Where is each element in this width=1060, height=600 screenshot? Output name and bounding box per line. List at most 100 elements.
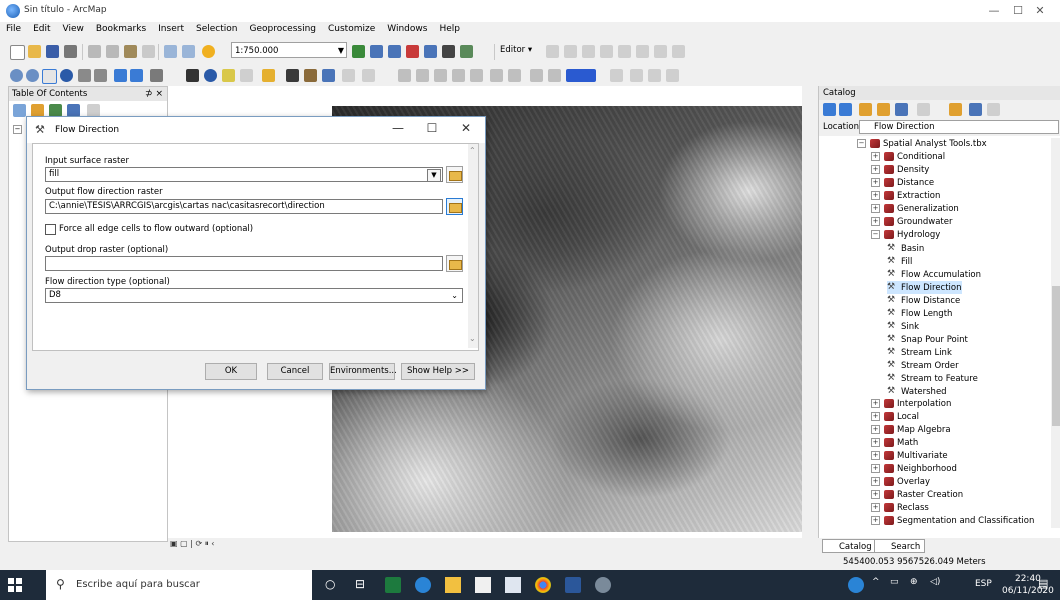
expand-icon[interactable]: + (871, 503, 880, 512)
tree-item-tool[interactable]: ⚒ Snap Pour Point (887, 333, 968, 346)
new-folder-icon[interactable] (949, 103, 962, 116)
expand-icon[interactable]: + (871, 425, 880, 434)
flow-type-select[interactable]: D8 ⌄ (45, 288, 463, 303)
home-folder-icon[interactable] (877, 103, 890, 116)
force-edge-checkbox[interactable] (45, 224, 56, 235)
tree-item-toolset[interactable]: + Density (871, 164, 929, 177)
tree-item-tool[interactable]: ⚒ Fill (887, 255, 912, 268)
menu-file[interactable]: File (0, 22, 27, 36)
location-combo[interactable]: Flow Direction (859, 120, 1059, 134)
output-drop-field[interactable] (45, 256, 443, 271)
tree-item-tool[interactable]: ⚒ Basin (887, 242, 924, 255)
georef-tool-1-icon[interactable] (398, 69, 411, 82)
modelbuilder-icon[interactable] (460, 45, 473, 58)
collapse-icon[interactable]: − (857, 139, 866, 148)
dialog-close-button[interactable]: ✕ (451, 121, 481, 135)
georef-tool-8-icon[interactable] (530, 69, 543, 82)
expand-icon[interactable]: + (871, 464, 880, 473)
tree-item-tool[interactable]: ⚒ Stream to Feature (887, 372, 978, 385)
up-one-level-icon[interactable] (859, 103, 872, 116)
network-icon[interactable]: ▭ (890, 577, 906, 593)
catalog-scroll-thumb[interactable] (1052, 286, 1060, 426)
expand-icon[interactable]: + (871, 217, 880, 226)
search-window-icon[interactable] (406, 45, 419, 58)
expand-icon[interactable]: + (871, 490, 880, 499)
tree-item-tool[interactable]: ⚒ Flow Length (887, 307, 952, 320)
fixed-zoom-out-icon[interactable] (94, 69, 107, 82)
notifications-icon[interactable]: ▤ (1038, 577, 1054, 593)
tree-item-toolset[interactable]: + Overlay (871, 476, 930, 489)
tree-item-toolset[interactable]: + Map Algebra (871, 424, 951, 437)
menu-help[interactable]: Help (433, 22, 466, 36)
windows-start-icon[interactable] (8, 578, 22, 592)
arctoolbox-icon[interactable] (424, 45, 437, 58)
editor-toolbar-icon[interactable] (352, 45, 365, 58)
expand-icon[interactable]: + (871, 438, 880, 447)
cut-icon[interactable] (88, 45, 101, 58)
add-data-icon[interactable] (202, 45, 215, 58)
globe-icon[interactable]: ⊕ (910, 577, 926, 593)
expand-icon[interactable]: + (871, 412, 880, 421)
map-horizontal-scrollbar[interactable]: ▣ ▢ | ⟳ ⏸ ‹ (168, 538, 813, 550)
layout-tool-4-icon[interactable] (666, 69, 679, 82)
browse-output-folder-icon[interactable] (446, 198, 463, 215)
task-view-icon[interactable]: ⊟ (355, 577, 371, 593)
close-button[interactable]: ✕ (1018, 0, 1060, 22)
chevron-down-icon[interactable]: ▼ (427, 169, 441, 181)
chevron-down-icon[interactable]: ▼ (338, 43, 344, 59)
view-switch-icons[interactable]: ▣ ▢ | ⟳ ⏸ ‹ (170, 539, 214, 549)
show-help-button[interactable]: Show Help >> (401, 363, 475, 380)
scroll-up-icon[interactable]: ⌃ (469, 146, 476, 155)
cortana-icon[interactable]: ○ (325, 577, 341, 593)
zoom-out-icon[interactable] (26, 69, 39, 82)
mail-icon[interactable] (505, 577, 521, 593)
split-tool-icon[interactable] (618, 45, 631, 58)
menu-edit[interactable]: Edit (27, 22, 56, 36)
georef-tool-2-icon[interactable] (416, 69, 429, 82)
expand-icon[interactable]: + (871, 152, 880, 161)
tree-item-tool[interactable]: ⚒ Stream Order (887, 359, 959, 372)
menu-geoprocessing[interactable]: Geoprocessing (243, 22, 322, 36)
tree-item-toolset[interactable]: + Reclass (871, 502, 929, 515)
environments-button[interactable]: Environments... (329, 363, 397, 380)
go-to-xy-icon[interactable] (322, 69, 335, 82)
views-icon[interactable] (917, 103, 930, 116)
select-elements-icon[interactable] (186, 69, 199, 82)
layout-tool-3-icon[interactable] (648, 69, 661, 82)
create-viewer-icon[interactable] (362, 69, 375, 82)
hyperlink-icon[interactable] (222, 69, 235, 82)
dialog-minimize-button[interactable]: — (383, 121, 413, 135)
pan-icon[interactable] (42, 69, 57, 84)
copy-icon[interactable] (106, 45, 119, 58)
tree-item-toolset[interactable]: + Math (871, 437, 918, 450)
python-window-icon[interactable] (442, 45, 455, 58)
chevron-down-icon[interactable]: ⌄ (451, 289, 458, 302)
menu-selection[interactable]: Selection (190, 22, 243, 36)
tree-item-toolset[interactable]: + Raster Creation (871, 489, 963, 502)
input-surface-combo[interactable]: fill ▼ (45, 167, 443, 182)
zoom-in-icon[interactable] (10, 69, 23, 82)
save-icon[interactable] (46, 45, 59, 58)
print-icon[interactable] (64, 45, 77, 58)
tree-item-tool[interactable]: ⚒ Sink (887, 320, 919, 333)
menu-bookmarks[interactable]: Bookmarks (90, 22, 152, 36)
expand-icon[interactable]: + (871, 191, 880, 200)
word-icon[interactable] (565, 577, 581, 593)
tab-search[interactable]: Search (874, 539, 926, 553)
tree-item-toolset[interactable]: + Generalization (871, 203, 959, 216)
paste-icon[interactable] (124, 45, 137, 58)
expand-icon[interactable]: + (871, 165, 880, 174)
measure-icon[interactable] (262, 69, 275, 82)
toggle-contents-icon[interactable] (969, 103, 982, 116)
output-direction-field[interactable]: C:\annie\TESIS\ARRCGIS\arcgis\cartas nac… (45, 199, 443, 214)
store-icon[interactable] (475, 577, 491, 593)
expand-icon[interactable]: + (871, 451, 880, 460)
browse-input-folder-icon[interactable] (446, 166, 463, 183)
map-scale-combo[interactable]: 1:750.000 ▼ (231, 42, 347, 58)
html-popup-icon[interactable] (240, 69, 253, 82)
edit-tool-icon[interactable] (546, 45, 559, 58)
chrome-icon[interactable] (535, 577, 551, 593)
menu-insert[interactable]: Insert (152, 22, 190, 36)
expand-icon[interactable]: + (871, 477, 880, 486)
identify-icon[interactable] (204, 69, 217, 82)
